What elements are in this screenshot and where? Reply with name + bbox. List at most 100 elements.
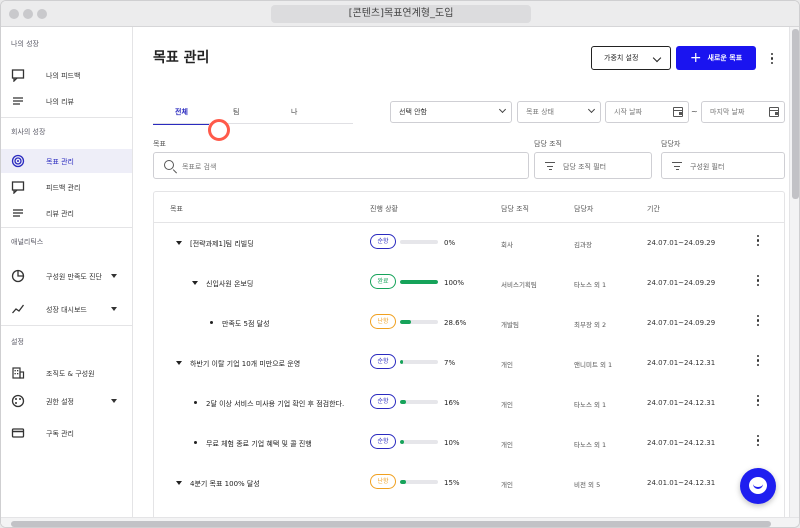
tab-2[interactable]: 나 [291,107,297,117]
sidebar-item[interactable]: 구성원 만족도 진단 [1,264,132,288]
sidebar-item-label: 나의 피드백 [46,72,81,80]
status-badge: 난항 [370,314,396,329]
org-filter-placeholder: 담당 조직 필터 [563,163,607,171]
sidebar-item[interactable]: 구독 관리 [1,421,132,445]
expand-caret-icon[interactable] [176,481,182,485]
chevron-down-icon[interactable] [111,307,117,311]
bullet-icon [194,401,197,404]
expand-caret-icon[interactable] [176,361,182,365]
column-header: 담당자 [574,205,594,213]
table-row[interactable]: 4분기 목표 100% 달성 난항 15% 개인 비전 외 5 24.01.01~24.1… [154,463,784,503]
table-row[interactable]: 만족도 5점 달성 난항 28.6% 개발팀 최부장 외 2 24.07.01~24.09… [154,303,784,343]
goal-name[interactable]: 하반기 이탈 기업 10개 미만으로 운영 [190,359,300,369]
goal-name[interactable]: 무료 체험 종료 기업 혜택 및 콜 진행 [206,439,312,449]
goals-table: 목표 진행 상황 담당 조직 담당자 기간 [전략과제1]팀 리빌딩 순항 0% 회사 김과장 24… [153,191,785,517]
sidebar-item[interactable]: 목표 관리 [1,149,132,173]
cursor-indicator-icon [208,119,230,141]
progress-bar [400,320,438,324]
chevron-down-icon[interactable] [111,399,117,403]
goal-name[interactable]: 신입사원 온보딩 [206,279,253,289]
sidebar-divider [1,227,132,228]
title-bar: [콘텐츠]목표연계형_도입 [1,1,799,27]
row-more-options-icon[interactable] [757,315,760,328]
window-zoom-dot[interactable] [37,9,47,19]
horizontal-scrollbar[interactable] [1,517,799,527]
page-title: 목표 관리 [153,50,210,66]
vertical-scroll-thumb[interactable] [792,29,799,199]
window-minimize-dot[interactable] [23,9,33,19]
goal-name[interactable]: 2달 이상 서비스 미사용 기업 확인 후 점검한다. [206,399,344,409]
new-goal-label: 새로운 목표 [707,54,743,62]
goal-search-input[interactable]: 목표로 검색 [153,152,529,179]
sidebar-item[interactable]: 나의 리뷰 [1,89,132,113]
palette-icon [11,394,25,408]
more-options-icon[interactable] [771,53,774,66]
goal-status-dropdown[interactable]: 목표 상태 [517,101,601,123]
chat-support-button[interactable] [740,468,776,504]
owner-filter-label: 담당자 [661,140,681,148]
row-more-options-icon[interactable] [757,395,760,408]
sidebar-item[interactable]: 권한 설정 [1,389,132,413]
list-icon [13,97,23,105]
owner-organization: 개인 [501,401,513,409]
address-bar[interactable]: [콘텐츠]목표연계형_도입 [271,5,531,23]
select-none-dropdown[interactable]: 선택 안함 [390,101,512,123]
expand-caret-icon[interactable] [176,241,182,245]
app-window: [콘텐츠]목표연계형_도입 나의 성장 회사의 성장 애널리틱스 설정 나의 피드백 나의… [0,0,800,528]
sidebar-item[interactable]: 나의 피드백 [1,63,132,87]
goal-name[interactable]: 4분기 목표 100% 달성 [190,479,260,489]
column-header: 담당 조직 [501,205,529,213]
progress-fill [400,360,403,364]
vertical-scrollbar[interactable] [789,27,799,517]
tab-1[interactable]: 팀 [233,107,239,117]
status-badge: 난항 [370,474,396,489]
column-header: 목표 [170,205,183,213]
owner-filter-button[interactable]: 구성원 필터 [661,152,785,179]
table-row[interactable]: 무료 체험 종료 기업 혜택 및 콜 진행 순항 10% 개인 타노스 외 1 24.07… [154,423,784,463]
horizontal-scroll-thumb[interactable] [11,521,771,527]
goal-period: 24.07.01~24.12.31 [647,399,716,407]
progress-bar [400,280,438,284]
chevron-down-icon[interactable] [111,274,117,278]
sidebar-item[interactable]: 성장 대시보드 [1,297,132,321]
new-goal-button[interactable]: + 새로운 목표 [676,46,756,70]
filter-icon [545,162,555,171]
start-date-input[interactable]: 시작 날짜 [605,101,689,123]
calendar-icon[interactable] [769,107,779,117]
sidebar-item[interactable]: 피드백 관리 [1,175,132,199]
progress-bar [400,240,438,244]
table-row[interactable]: 신입사원 온보딩 완료 100% 서비스기획팀 타노스 외 1 24.07.01~24.0… [154,263,784,303]
sidebar-item-label: 리뷰 관리 [46,210,74,218]
table-row[interactable]: 하반기 이탈 기업 10개 미만으로 운영 순항 7% 개인 앤니미트 외 1 24.07… [154,343,784,383]
goal-name[interactable]: [전략과제1]팀 리빌딩 [190,239,254,249]
select-none-label: 선택 안함 [399,108,427,116]
org-filter-button[interactable]: 담당 조직 필터 [534,152,652,179]
progress-bar [400,400,438,404]
row-more-options-icon[interactable] [757,275,760,288]
calendar-icon[interactable] [673,107,683,117]
owner-name: 비전 외 5 [574,481,601,489]
weight-settings-button[interactable]: 가중치 설정 [591,46,671,70]
building-icon [12,367,25,379]
row-more-options-icon[interactable] [757,355,760,368]
window-close-dot[interactable] [9,9,19,19]
list-icon [13,209,23,217]
table-row[interactable]: 2달 이상 서비스 미사용 기업 확인 후 점검한다. 순항 16% 개인 타노스 외 … [154,383,784,423]
plus-icon: + [689,49,702,66]
end-date-input[interactable]: 마지막 날짜 [701,101,785,123]
owner-organization: 개인 [501,441,513,449]
row-more-options-icon[interactable] [757,235,760,248]
sidebar-item[interactable]: 조직도 & 구성원 [1,361,132,385]
goal-status-label: 목표 상태 [526,108,554,116]
filter-icon [672,162,682,171]
feedback-bubble-icon [11,69,25,82]
progress-fill [400,280,438,284]
status-badge: 순항 [370,354,396,369]
sidebar-item[interactable]: 리뷰 관리 [1,201,132,225]
tab-0[interactable]: 전체 [175,107,188,117]
expand-caret-icon[interactable] [192,281,198,285]
table-row[interactable]: [전략과제1]팀 리빌딩 순항 0% 회사 김과장 24.07.01~24.09.29 [154,223,784,263]
goal-name[interactable]: 만족도 5점 달성 [222,319,270,329]
search-icon [164,160,174,170]
row-more-options-icon[interactable] [757,435,760,448]
